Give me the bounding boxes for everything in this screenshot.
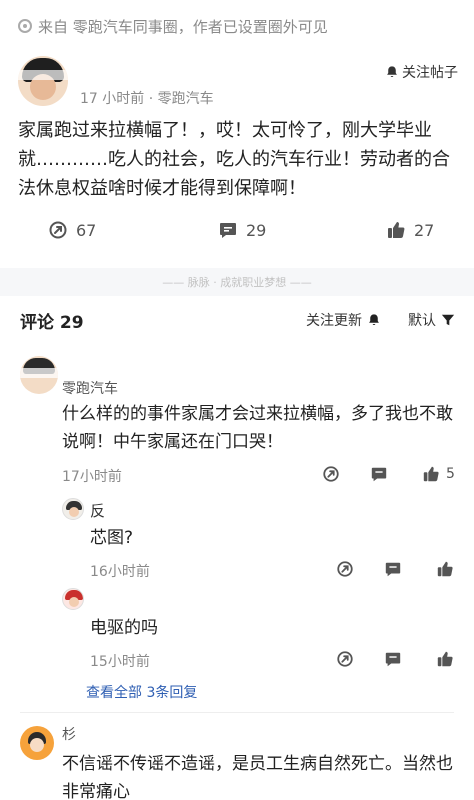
bell-icon: [369, 314, 379, 326]
divider: [20, 712, 454, 713]
reply-author[interactable]: 反: [90, 500, 105, 521]
post-meta: 17 小时前 · 零跑汽车: [80, 91, 214, 107]
comment-icon: [385, 562, 401, 577]
forward-icon: [49, 221, 67, 239]
forward-button[interactable]: [322, 465, 340, 483]
reply-button[interactable]: [370, 465, 388, 483]
avatar[interactable]: [62, 588, 84, 610]
view-all-replies-link[interactable]: 查看全部 3条回复: [86, 682, 197, 702]
forward-button[interactable]: 67: [48, 220, 96, 240]
forward-button[interactable]: [336, 560, 354, 578]
source-bar: 来自 零跑汽车同事圈，作者已设置圈外可见: [0, 0, 474, 52]
avatar[interactable]: [62, 498, 84, 520]
follow-updates-label: 关注更新: [306, 313, 362, 329]
forward-icon: [337, 651, 353, 667]
comment-author[interactable]: 零跑汽车: [62, 378, 118, 398]
like-button[interactable]: 27: [386, 220, 434, 240]
like-button[interactable]: 5: [422, 465, 455, 483]
thumbs-up-icon: [388, 222, 405, 238]
comment-icon: [385, 652, 401, 667]
post-header: 17 小时前 · 零跑汽车 关注帖子: [18, 56, 458, 116]
circle-icon: [18, 19, 32, 33]
comment-author[interactable]: 杉: [62, 724, 76, 744]
post-actions: 67 29 27: [0, 220, 474, 254]
follow-updates-button[interactable]: 关注更新: [306, 310, 381, 330]
filter-icon: [441, 314, 455, 326]
bell-icon: [387, 66, 397, 78]
forward-icon: [337, 561, 353, 577]
reply-button[interactable]: [384, 650, 402, 668]
like-button[interactable]: [436, 560, 454, 578]
like-count: 5: [446, 466, 455, 482]
thumbs-up-icon: [423, 466, 439, 482]
comment-button[interactable]: 29: [218, 220, 266, 240]
reply-button[interactable]: [384, 560, 402, 578]
comment-text: 什么样的的事件家属才会过来拉横幅，多了我也不敢说啊！中午家属还在门口哭！: [62, 404, 453, 452]
comment-text: 不信谣不传谣不造谣，是员工生病自然死亡。当然也非常痛心: [62, 754, 453, 800]
reply-time: 16小时前: [90, 564, 150, 580]
sort-label: 默认: [408, 313, 436, 329]
source-text: 来自 零跑汽车同事圈，作者已设置圈外可见: [38, 17, 328, 36]
sort-button[interactable]: 默认: [408, 310, 455, 330]
reply-time: 15小时前: [90, 654, 150, 670]
forward-button[interactable]: [336, 650, 354, 668]
reply-text: 芯图?: [90, 528, 134, 548]
thumbs-up-icon: [437, 561, 453, 577]
follow-post-label: 关注帖子: [402, 65, 458, 81]
avatar[interactable]: [20, 726, 54, 760]
avatar[interactable]: [20, 356, 58, 394]
comment-icon: [371, 467, 387, 482]
comment-time: 17小时前: [62, 469, 122, 485]
forward-icon: [323, 466, 339, 482]
follow-post-button[interactable]: 关注帖子: [385, 62, 458, 82]
post-text: 家属跑过来拉横幅了！，哎！太可怜了，刚大学毕业就…………吃人的社会，吃人的汽车行…: [18, 120, 450, 199]
forward-count: 67: [76, 220, 97, 240]
comment-count: 29: [246, 220, 267, 240]
divider-band: —— 脉脉 · 成就职业梦想 ——: [0, 268, 474, 296]
reply-text: 电驱的吗: [90, 618, 158, 638]
avatar[interactable]: [18, 56, 68, 106]
thumbs-up-icon: [437, 651, 453, 667]
comments-header: 评论 29 关注更新 默认: [0, 300, 474, 336]
like-button[interactable]: [436, 650, 454, 668]
comments-title: 评论 29: [20, 313, 84, 333]
like-count: 27: [414, 220, 435, 240]
comment-icon: [220, 223, 236, 238]
